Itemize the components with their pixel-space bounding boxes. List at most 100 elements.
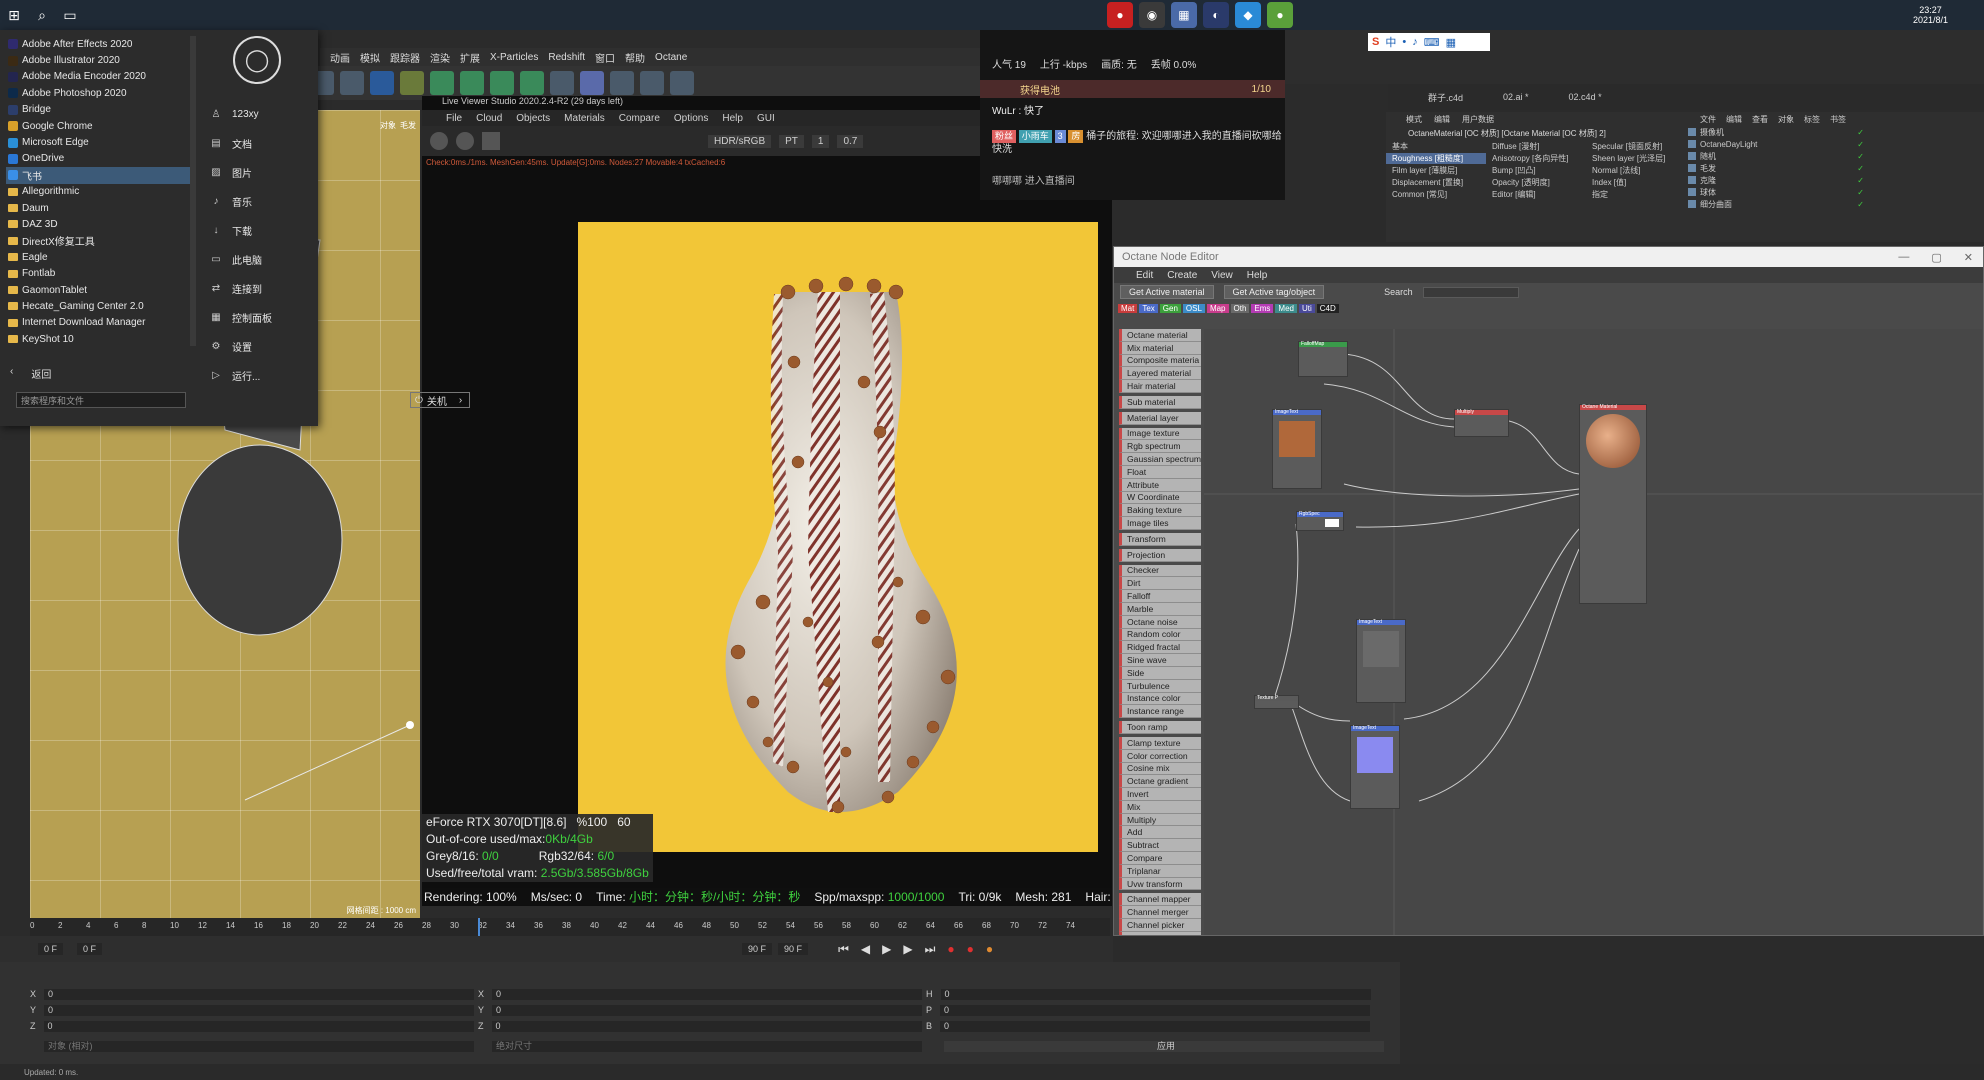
visibility-check-icon[interactable]: ✓ <box>1857 128 1864 137</box>
node-editor-menu-item[interactable]: View <box>1211 270 1233 281</box>
timeline[interactable]: 0 2 4 6 8 10 12 14 16 18 20 22 24 26 28 30 32 34 36 38 40 42 4… <box>30 918 1110 936</box>
start-app-item[interactable]: Adobe After Effects 2020 <box>6 36 196 52</box>
objects-tab[interactable]: 查看 <box>1752 114 1768 125</box>
node-list-item[interactable]: Side <box>1119 666 1201 680</box>
node-list-item[interactable]: Compare <box>1119 852 1201 865</box>
node-list-item[interactable]: Channel mapper <box>1119 893 1201 907</box>
node-list-item[interactable]: Float <box>1119 465 1201 479</box>
node-list-item[interactable]: Random color <box>1119 628 1201 642</box>
object-item[interactable]: 细分曲面 ✓ <box>1680 198 1984 210</box>
color-space-select[interactable]: HDR/sRGB <box>708 134 772 148</box>
file-tab[interactable]: 02.c4d * <box>1569 92 1602 102</box>
back-button[interactable]: ‹ 返回 <box>10 366 51 381</box>
cloner-button[interactable] <box>490 71 514 95</box>
node-list-item[interactable]: Ridged fractal <box>1119 641 1201 655</box>
record-icon[interactable]: ● <box>947 942 954 957</box>
key-icon[interactable]: ● <box>986 942 993 957</box>
clock-time[interactable]: 23:27 <box>1919 5 1942 15</box>
falloff-map-node[interactable]: FalloffMap <box>1298 341 1348 377</box>
close-icon[interactable]: ✕ <box>1964 251 1973 264</box>
rot-b-field[interactable]: 0 <box>940 1020 1371 1032</box>
visibility-check-icon[interactable]: ✓ <box>1857 140 1864 149</box>
attr-tab[interactable]: Sheen layer [光泽层] <box>1586 153 1686 164</box>
start-place-item[interactable]: ♪ 音乐 <box>200 187 318 216</box>
attr-header-tab[interactable]: 模式 <box>1406 114 1422 125</box>
node-list-item[interactable]: Material layer <box>1119 411 1201 425</box>
node-editor-titlebar[interactable]: Octane Node Editor — ▢ ✕ <box>1114 247 1983 267</box>
avatar[interactable]: ◯ <box>233 36 281 84</box>
node-list-item[interactable]: Add <box>1119 826 1201 840</box>
subdivision-button[interactable] <box>430 71 454 95</box>
start-app-item[interactable]: KeyShot 10 <box>6 331 196 347</box>
start-frame-field[interactable]: 0 F <box>77 943 103 955</box>
size-mode-select[interactable]: 绝对尺寸 <box>492 1040 922 1052</box>
live-viewer-menu-item[interactable]: Options <box>674 113 708 124</box>
node-list-item[interactable]: Octane noise <box>1119 615 1201 629</box>
ime-punct-icon[interactable]: • <box>1402 36 1406 48</box>
start-app-item[interactable]: Google Chrome <box>6 118 196 134</box>
light-button[interactable] <box>670 71 694 95</box>
deformer-button[interactable] <box>550 71 574 95</box>
windows-start-icon[interactable]: ⊞ <box>0 4 28 26</box>
node-list-item[interactable]: Attribute <box>1119 478 1201 492</box>
node-list-item[interactable]: Transform <box>1119 532 1201 546</box>
obs-app-icon[interactable]: ◉ <box>1138 2 1165 28</box>
node-category-tab[interactable]: Map <box>1206 303 1229 313</box>
attr-tab[interactable]: 基本 <box>1386 141 1486 152</box>
start-place-item[interactable]: ▭ 此电脑 <box>200 245 318 274</box>
ime-keyboard-icon[interactable]: ⌨ <box>1424 36 1440 49</box>
start-place-item[interactable]: ♙ 123xy <box>200 100 318 129</box>
start-place-item[interactable]: ⇄ 连接到 <box>200 274 318 303</box>
node-list-item[interactable]: Subtract <box>1119 839 1201 853</box>
size-x-field[interactable]: 0 <box>492 988 923 1000</box>
node-list-item[interactable]: Toon ramp <box>1119 721 1201 734</box>
attr-tab[interactable]: Normal [法线] <box>1586 165 1686 176</box>
attr-tab[interactable]: Film layer [薄膜层] <box>1386 165 1486 176</box>
get-active-material-button[interactable]: Get Active material <box>1120 285 1214 299</box>
start-app-item[interactable]: Adobe Illustrator 2020 <box>6 52 196 68</box>
floor-button[interactable] <box>610 71 634 95</box>
chat-app-icon[interactable]: ◆ <box>1234 2 1261 28</box>
mograph-button[interactable] <box>520 71 544 95</box>
image-texture-node-2[interactable]: ImageText <box>1356 619 1406 703</box>
node-list-item[interactable]: Uvw transform <box>1119 877 1201 891</box>
rot-p-field[interactable]: 0 <box>940 1004 1371 1016</box>
start-place-item[interactable]: ⚙ 设置 <box>200 332 318 361</box>
attr-header-tab[interactable]: 用户数据 <box>1462 114 1494 125</box>
object-item[interactable]: 摄像机 ✓ <box>1680 126 1984 138</box>
minimize-icon[interactable]: — <box>1898 251 1909 264</box>
render-button[interactable] <box>340 71 364 95</box>
node-list-item[interactable]: Mix <box>1119 800 1201 814</box>
start-place-item[interactable]: ▷ 运行... <box>200 361 318 390</box>
node-list-item[interactable]: Rgb spectrum <box>1119 440 1201 454</box>
pos-y-field[interactable]: 0 <box>44 1004 475 1016</box>
task-label[interactable]: 获得电池 <box>1020 82 1060 97</box>
node-category-tab[interactable]: Uti <box>1298 303 1315 313</box>
multiply-node[interactable]: Multiply <box>1454 409 1509 437</box>
visibility-check-icon[interactable]: ✓ <box>1857 200 1864 209</box>
explorer-app-icon[interactable]: ▦ <box>1170 2 1197 28</box>
live-viewer-menu-item[interactable]: Objects <box>516 113 550 124</box>
node-category-tab[interactable]: Tex <box>1139 303 1158 313</box>
c4d-menu-item[interactable]: 模拟 <box>360 50 380 65</box>
start-app-item[interactable]: Adobe Media Encoder 2020 <box>6 69 196 85</box>
start-app-item[interactable]: Bridge <box>6 102 196 118</box>
start-app-item[interactable]: Eagle <box>6 249 196 265</box>
start-app-item[interactable]: Daum <box>6 200 196 216</box>
node-list-item[interactable]: Sine wave <box>1119 654 1201 667</box>
panel-tab-hair[interactable]: 毛发 <box>400 120 416 131</box>
c4d-menu-item[interactable]: 跟踪器 <box>390 50 420 65</box>
node-category-tab[interactable]: OSL <box>1182 303 1205 313</box>
visibility-check-icon[interactable]: ✓ <box>1857 164 1864 173</box>
record-app-icon[interactable]: ● <box>1106 2 1133 28</box>
node-editor-menu-item[interactable]: Edit <box>1136 270 1153 281</box>
power-chevron-icon[interactable]: › <box>459 395 462 406</box>
node-list-item[interactable]: Mix material <box>1119 341 1201 355</box>
c4d-menu-item[interactable]: 动画 <box>330 50 350 65</box>
browser-app-icon[interactable]: ● <box>1266 2 1293 28</box>
start-app-item[interactable]: Adobe Photoshop 2020 <box>6 85 196 101</box>
start-app-item[interactable]: GaomonTablet <box>6 282 196 298</box>
node-list-item[interactable]: Baking texture <box>1119 504 1201 518</box>
image-texture-node-1[interactable]: ImageText <box>1272 409 1322 489</box>
node-list-item[interactable]: Instance color <box>1119 692 1201 706</box>
